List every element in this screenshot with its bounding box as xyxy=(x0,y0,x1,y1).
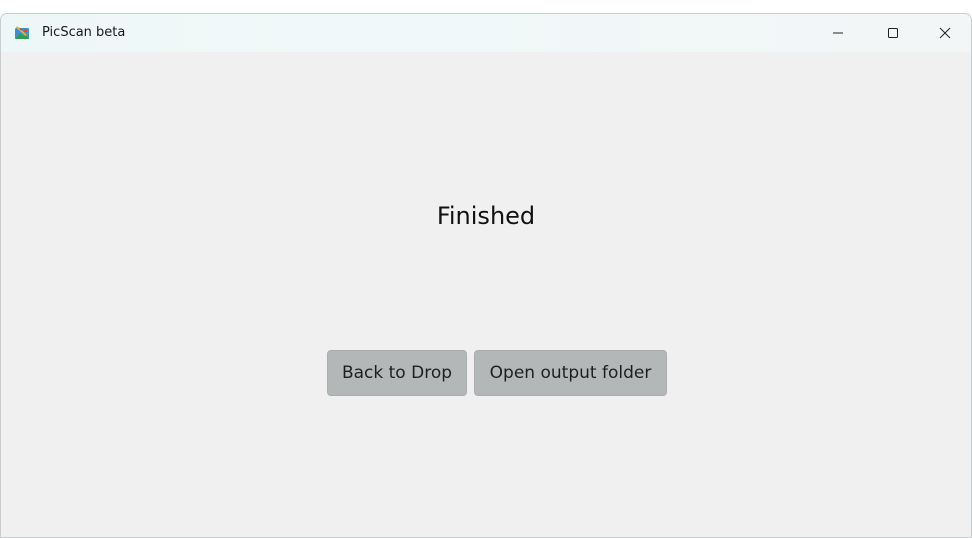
maximize-icon xyxy=(887,27,899,39)
minimize-button[interactable] xyxy=(812,14,864,52)
minimize-icon xyxy=(832,27,844,39)
close-button[interactable] xyxy=(919,14,971,52)
back-to-drop-button[interactable]: Back to Drop xyxy=(327,350,467,396)
picscan-app-icon xyxy=(14,25,30,41)
maximize-button[interactable] xyxy=(867,14,919,52)
title-bar[interactable]: PicScan beta xyxy=(1,14,971,52)
window-title: PicScan beta xyxy=(42,25,126,40)
status-label: Finished xyxy=(436,202,536,230)
close-icon xyxy=(939,27,951,39)
app-window: PicScan beta Finished Back to Drop Open … xyxy=(0,13,972,538)
open-output-folder-button[interactable]: Open output folder xyxy=(474,350,667,396)
